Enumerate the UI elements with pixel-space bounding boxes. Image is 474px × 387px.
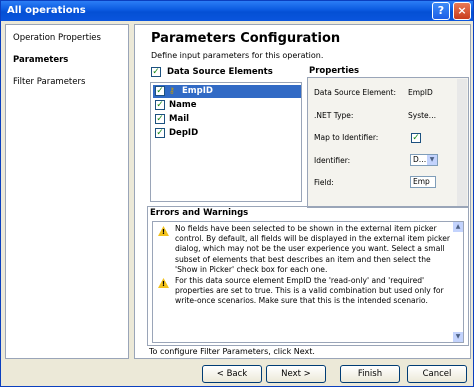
key-icon: ⚷: [169, 86, 175, 95]
properties-title: Properties: [309, 66, 360, 76]
property-value: EmpID: [408, 88, 433, 97]
errors-warnings-group: Errors and Warnings ! No fields have bee…: [147, 206, 469, 346]
nav-item-operation-properties[interactable]: Operation Properties: [13, 33, 101, 43]
window-title: All operations: [7, 5, 86, 16]
warning-icon: !: [158, 278, 169, 288]
element-checkbox[interactable]: ✓: [155, 114, 165, 124]
left-navigation: Operation Properties Parameters Filter P…: [5, 24, 129, 359]
list-item-empid[interactable]: ✓ ⚷ EmpID: [153, 85, 301, 98]
identifier-select[interactable]: D… ▼: [410, 154, 438, 166]
properties-panel: Data Source Element: EmpID .NET Type: Sy…: [307, 77, 469, 208]
property-name: Identifier:: [314, 156, 351, 165]
close-button[interactable]: ×: [453, 2, 471, 20]
map-to-identifier-checkbox[interactable]: ✓: [411, 133, 421, 143]
element-label: EmpID: [182, 86, 213, 96]
element-checkbox[interactable]: ✓: [155, 128, 165, 138]
property-name: Map to Identifier:: [314, 133, 379, 142]
element-checkbox[interactable]: ✓: [155, 100, 165, 110]
element-label: DepID: [169, 128, 199, 138]
main-panel: Parameters Configuration Define input pa…: [134, 24, 471, 359]
finish-button[interactable]: Finish: [340, 365, 400, 383]
field-select[interactable]: Emp: [410, 176, 436, 188]
chevron-down-icon[interactable]: ▼: [427, 155, 437, 165]
select-value: D…: [413, 155, 427, 164]
page-title: Parameters Configuration: [151, 31, 341, 46]
nav-item-parameters[interactable]: Parameters: [13, 55, 68, 65]
warning-message: No fields have been selected to be shown…: [175, 224, 451, 274]
data-source-elements-list: ✓ ⚷ EmpID ✓ Name ✓ Mail ✓ DepID: [150, 82, 302, 202]
title-bar: All operations ? ×: [1, 1, 473, 21]
list-item-name[interactable]: ✓ Name: [153, 99, 301, 112]
nav-item-filter-parameters[interactable]: Filter Parameters: [13, 77, 85, 87]
element-label: Mail: [169, 114, 190, 124]
property-name: Field:: [314, 178, 334, 187]
cancel-button[interactable]: Cancel: [407, 365, 467, 383]
errors-warnings-title: Errors and Warnings: [150, 208, 249, 218]
property-name: .NET Type:: [314, 111, 354, 120]
properties-scrollbar[interactable]: [457, 79, 467, 206]
data-source-elements-checkbox[interactable]: ✓: [151, 67, 161, 77]
data-source-elements-label: Data Source Elements: [167, 67, 273, 77]
select-value: Emp: [413, 177, 430, 186]
property-name: Data Source Element:: [314, 88, 397, 97]
warning-message: For this data source element EmpID the '…: [175, 276, 444, 306]
next-button[interactable]: Next >: [266, 365, 326, 383]
element-label: Name: [169, 100, 197, 110]
back-button[interactable]: < Back: [202, 365, 262, 383]
scroll-down-icon[interactable]: ▼: [453, 332, 463, 342]
footer-note: To configure Filter Parameters, click Ne…: [149, 347, 315, 356]
property-value: Syste…: [408, 111, 437, 120]
errors-warnings-list: ! No fields have been selected to be sho…: [152, 221, 464, 343]
list-item-mail[interactable]: ✓ Mail: [153, 113, 301, 126]
dialog-window: All operations ? × Operation Properties …: [0, 0, 474, 387]
warning-icon: !: [158, 226, 169, 236]
page-subtitle: Define input parameters for this operati…: [151, 51, 324, 60]
list-item-depid[interactable]: ✓ DepID: [153, 127, 301, 140]
element-checkbox[interactable]: ✓: [155, 86, 165, 96]
scroll-up-icon[interactable]: ▲: [453, 222, 463, 232]
help-button[interactable]: ?: [432, 2, 450, 20]
